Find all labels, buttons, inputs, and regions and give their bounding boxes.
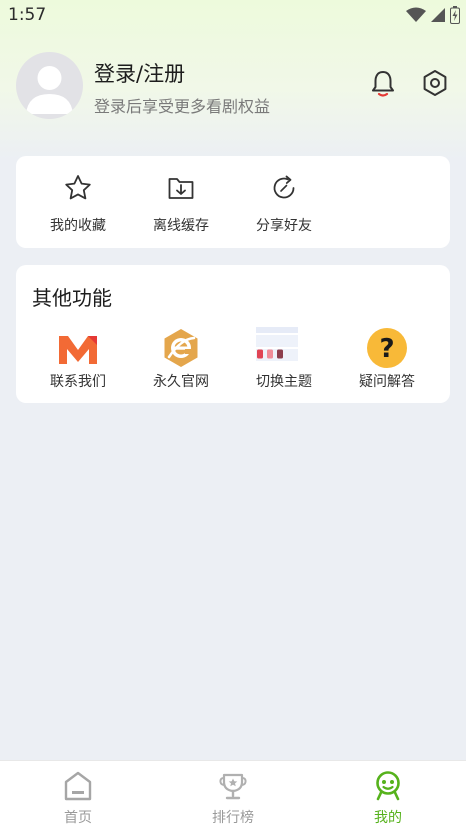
gmail-m-icon — [59, 336, 97, 364]
trophy-icon — [219, 773, 247, 800]
function-label: 永久官网 — [153, 374, 209, 390]
tab-label: 排行榜 — [212, 810, 254, 826]
quick-action-favorites[interactable]: 我的收藏 — [33, 156, 123, 248]
other-functions-card: 其他功能 联系我们 永久官网 切换主题 ? 疑问解答 — [16, 265, 450, 403]
signal-icon — [431, 8, 445, 22]
avatar[interactable] — [16, 52, 83, 119]
quick-action-label: 离线缓存 — [153, 218, 209, 234]
quick-action-share-friends[interactable]: 分享好友 — [239, 156, 329, 248]
login-subtitle: 登录后享受更多看剧权益 — [94, 97, 271, 116]
bell-icon[interactable] — [368, 68, 398, 98]
tab-home[interactable]: 首页 — [28, 761, 128, 830]
gear-icon[interactable] — [420, 68, 450, 98]
quick-action-offline-cache[interactable]: 离线缓存 — [136, 156, 226, 248]
battery-icon — [450, 6, 460, 24]
function-contact-us[interactable]: 联系我们 — [32, 323, 124, 393]
share-refresh-icon — [273, 175, 295, 199]
bottom-tab-bar: 首页 排行榜 我的 — [0, 760, 466, 830]
tab-ranking[interactable]: 排行榜 — [183, 761, 283, 830]
default-avatar-icon — [26, 66, 73, 114]
wifi-icon — [406, 7, 426, 22]
mine-icon — [376, 771, 400, 801]
star-icon — [65, 175, 91, 200]
question-icon: ? — [367, 328, 407, 368]
download-folder-icon — [168, 178, 194, 199]
quick-actions-card: 我的收藏 离线缓存 分享好友 — [16, 156, 450, 248]
tab-label: 我的 — [374, 810, 402, 826]
tab-mine[interactable]: 我的 — [338, 761, 438, 830]
browser-e-icon — [164, 329, 198, 367]
section-title: 其他功能 — [32, 286, 112, 310]
quick-action-label: 分享好友 — [256, 218, 312, 234]
tab-label: 首页 — [64, 810, 92, 826]
function-faq[interactable]: ? 疑问解答 — [341, 323, 433, 393]
function-label: 疑问解答 — [359, 374, 415, 390]
login-register-link[interactable]: 登录/注册 — [94, 58, 185, 88]
function-label: 切换主题 — [256, 374, 312, 390]
function-label: 联系我们 — [50, 374, 106, 390]
status-icons — [406, 6, 460, 24]
profile-header[interactable]: 登录/注册 登录后享受更多看剧权益 — [16, 52, 450, 120]
svg-text:?: ? — [379, 334, 394, 364]
quick-action-label: 我的收藏 — [50, 218, 106, 234]
home-icon — [64, 771, 92, 801]
theme-palette-icon — [256, 327, 298, 361]
function-switch-theme[interactable]: 切换主题 — [238, 323, 330, 393]
function-official-site[interactable]: 永久官网 — [135, 323, 227, 393]
status-bar: 1:57 — [0, 0, 466, 32]
status-time: 1:57 — [8, 5, 47, 25]
